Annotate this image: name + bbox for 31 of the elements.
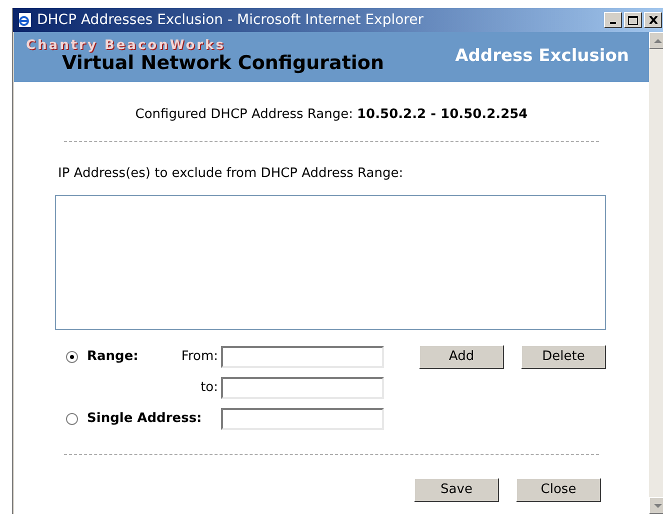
close-icon xyxy=(648,16,658,24)
input-field[interactable] xyxy=(221,408,384,430)
scroll-up-button[interactable] xyxy=(649,32,663,49)
option-label: Range: xyxy=(87,348,140,366)
product-name: Virtual Network Configuration xyxy=(62,52,386,76)
action-button[interactable]: Close xyxy=(516,478,601,502)
action-button[interactable]: Add xyxy=(419,345,504,369)
action-button[interactable]: Save xyxy=(414,478,499,502)
input-field[interactable] xyxy=(221,377,384,399)
up-arrow-icon xyxy=(654,38,662,42)
window-title: DHCP Addresses Exclusion - Microsoft Internet Explorer xyxy=(37,10,424,30)
radio-button[interactable] xyxy=(66,413,78,425)
range-value: 10.50.2.2 - 10.50.2.254 xyxy=(357,106,528,124)
brand-name: Chantry BeaconWorks xyxy=(26,38,226,52)
close-button[interactable] xyxy=(644,12,662,28)
page-title: Address Exclusion xyxy=(455,45,629,68)
browser-icon xyxy=(17,12,33,28)
down-arrow-icon xyxy=(654,504,662,508)
minimize-button[interactable] xyxy=(604,12,622,28)
maximize-icon xyxy=(628,16,638,24)
action-button[interactable]: Delete xyxy=(521,345,606,369)
radio-button[interactable] xyxy=(66,351,78,363)
scroll-down-button[interactable] xyxy=(649,497,663,514)
field-label: to: xyxy=(200,379,219,398)
field-label: From: xyxy=(180,348,219,366)
input-field[interactable] xyxy=(221,346,384,368)
maximize-button[interactable] xyxy=(624,12,642,28)
scrollbar[interactable] xyxy=(649,32,663,514)
exclusion-label: IP Address(es) to exclude from DHCP Address Range: xyxy=(58,164,404,182)
option-label: Single Address: xyxy=(87,410,203,428)
range-label: Configured DHCP Address Range: xyxy=(135,106,353,124)
